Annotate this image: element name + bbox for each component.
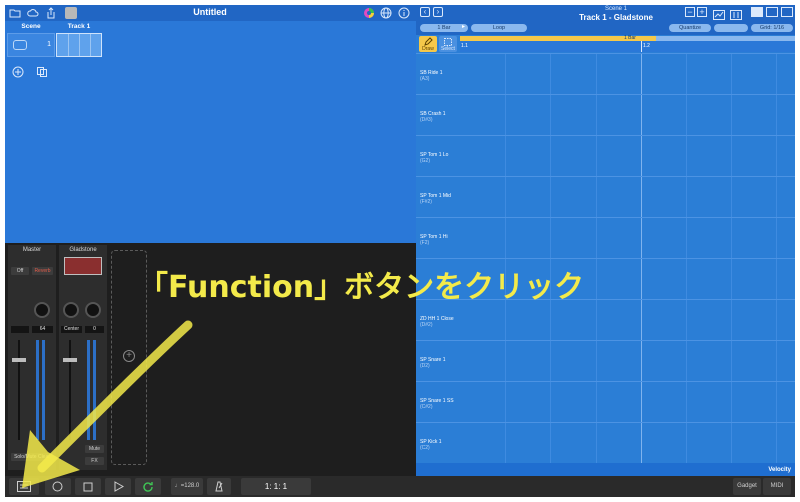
pointer-arrow-icon	[22, 320, 193, 488]
